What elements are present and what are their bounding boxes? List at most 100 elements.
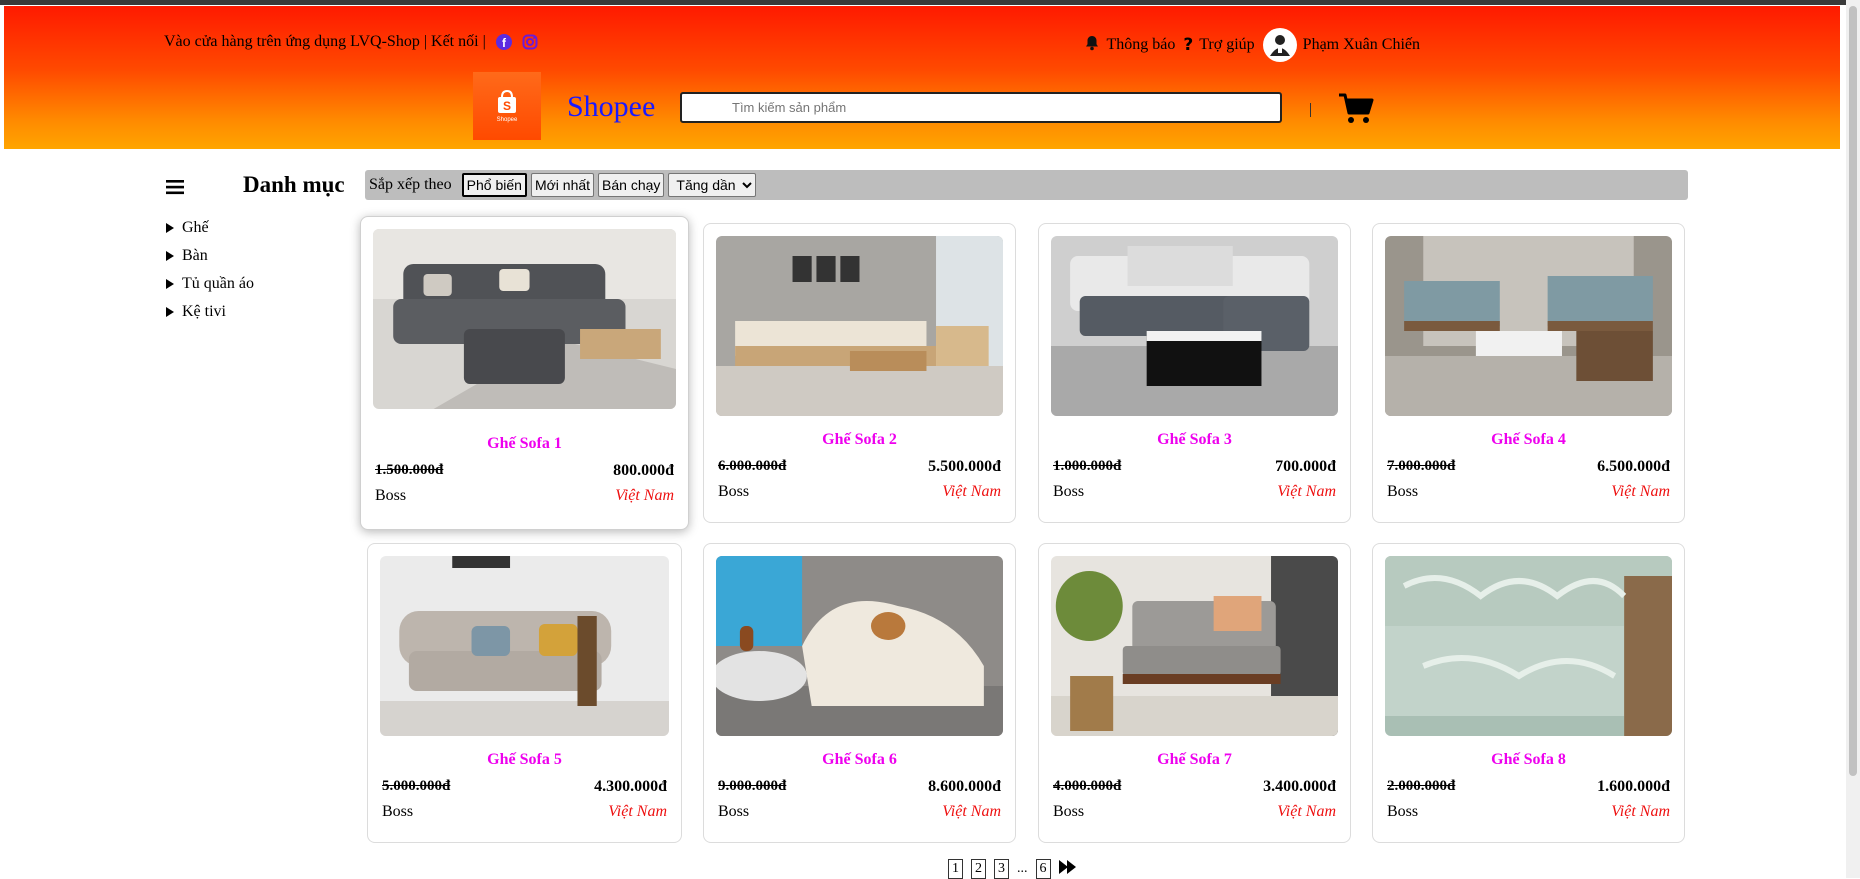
product-card[interactable]: Ghế Sofa 2 6.000.000đ 5.500.000đ Boss Vi… bbox=[703, 223, 1016, 523]
sort-newest-button[interactable]: Mới nhất bbox=[530, 173, 595, 197]
old-price: 9.000.000đ bbox=[718, 778, 787, 794]
scrollbar-thumb[interactable] bbox=[1849, 6, 1857, 776]
old-price: 5.000.000đ bbox=[382, 778, 451, 794]
logo-caption: Shopee bbox=[496, 117, 518, 123]
product-origin: Việt Nam bbox=[608, 803, 667, 820]
cart-icon[interactable] bbox=[1338, 92, 1374, 129]
product-card[interactable]: Ghế Sofa 1 1.500.000đ 800.000đ Boss Việt… bbox=[360, 216, 689, 530]
search-input[interactable] bbox=[682, 94, 1280, 121]
category-item-ke-tivi[interactable]: Kệ tivi bbox=[166, 298, 254, 326]
user-menu[interactable]: Phạm Xuân Chiến bbox=[1262, 28, 1420, 62]
page-2-button[interactable]: 2 bbox=[971, 859, 986, 879]
page-scrollbar[interactable] bbox=[1846, 0, 1860, 878]
svg-text:S: S bbox=[503, 99, 511, 113]
help-label: Trợ giúp bbox=[1199, 36, 1255, 53]
old-price: 2.000.000đ bbox=[1387, 778, 1456, 794]
window-top-border bbox=[0, 0, 1860, 5]
help-link[interactable]: ? Trợ giúp bbox=[1183, 35, 1254, 55]
product-card[interactable]: Ghế Sofa 6 9.000.000đ 8.600.000đ Boss Vi… bbox=[703, 543, 1016, 843]
product-name[interactable]: Ghế Sofa 4 bbox=[1373, 431, 1684, 449]
sort-bestseller-button[interactable]: Bán chạy bbox=[598, 173, 665, 197]
product-brand: Boss bbox=[1053, 803, 1085, 820]
avatar bbox=[1262, 28, 1297, 62]
sort-bar: Sắp xếp theo Phổ biến Mới nhất Bán chạy … bbox=[365, 170, 1688, 200]
app-promo-text[interactable]: Vào cửa hàng trên ứng dụng LVQ-Shop | Kế… bbox=[164, 33, 486, 51]
current-price: 6.500.000đ bbox=[1597, 458, 1670, 475]
product-origin: Việt Nam bbox=[1277, 803, 1336, 820]
current-price: 5.500.000đ bbox=[928, 458, 1001, 475]
fast-forward-icon[interactable] bbox=[1058, 859, 1077, 879]
category-title: Danh mục bbox=[243, 172, 345, 197]
product-image bbox=[1385, 556, 1672, 736]
product-origin: Việt Nam bbox=[1611, 483, 1670, 500]
facebook-icon[interactable]: f bbox=[495, 34, 512, 50]
triangle-right-icon bbox=[166, 307, 174, 317]
current-price: 4.300.000đ bbox=[594, 778, 667, 795]
question-icon: ? bbox=[1183, 35, 1194, 55]
page-ellipsis: ... bbox=[1017, 861, 1028, 876]
product-name[interactable]: Ghế Sofa 2 bbox=[704, 431, 1015, 449]
current-price: 8.600.000đ bbox=[928, 778, 1001, 795]
product-image bbox=[716, 236, 1003, 416]
topbar-right: Thông báo ? Trợ giúp Phạm Xuân Chiến bbox=[1084, 28, 1420, 62]
category-item-ghe[interactable]: Ghế bbox=[166, 214, 254, 242]
product-name[interactable]: Ghế Sofa 7 bbox=[1039, 751, 1350, 769]
notification-label: Thông báo bbox=[1106, 36, 1176, 53]
product-origin: Việt Nam bbox=[1611, 803, 1670, 820]
old-price: 6.000.000đ bbox=[718, 458, 787, 474]
product-brand: Boss bbox=[1387, 483, 1419, 500]
product-brand: Boss bbox=[718, 803, 750, 820]
hamburger-icon[interactable] bbox=[166, 179, 184, 200]
sort-order-select[interactable]: Tăng dần bbox=[668, 173, 757, 197]
notification-link[interactable]: Thông báo bbox=[1084, 35, 1175, 56]
category-item-ban[interactable]: Bàn bbox=[166, 242, 254, 270]
old-price: 7.000.000đ bbox=[1387, 458, 1456, 474]
product-name[interactable]: Ghế Sofa 6 bbox=[704, 751, 1015, 769]
product-image bbox=[1385, 236, 1672, 416]
product-origin: Việt Nam bbox=[615, 487, 674, 504]
product-brand: Boss bbox=[382, 803, 414, 820]
header-divider bbox=[1310, 103, 1311, 117]
product-name[interactable]: Ghế Sofa 1 bbox=[361, 435, 688, 453]
category-label: Ghế bbox=[182, 219, 209, 236]
product-card[interactable]: Ghế Sofa 3 1.000.000đ 700.000đ Boss Việt… bbox=[1038, 223, 1351, 523]
current-price: 800.000đ bbox=[613, 462, 674, 479]
brand-name[interactable]: Shopee bbox=[567, 90, 655, 124]
page-6-button[interactable]: 6 bbox=[1035, 859, 1051, 879]
sort-label: Sắp xếp theo bbox=[369, 176, 452, 193]
user-name: Phạm Xuân Chiến bbox=[1302, 36, 1420, 53]
instagram-icon[interactable] bbox=[522, 34, 538, 50]
sort-popular-button[interactable]: Phổ biến bbox=[461, 173, 527, 197]
product-image bbox=[1051, 236, 1338, 416]
category-list: Ghế Bàn Tủ quần áo Kệ tivi bbox=[166, 214, 254, 326]
product-name[interactable]: Ghế Sofa 5 bbox=[368, 751, 681, 769]
product-card[interactable]: Ghế Sofa 5 5.000.000đ 4.300.000đ Boss Vi… bbox=[367, 543, 682, 843]
old-price: 1.500.000đ bbox=[375, 462, 444, 478]
product-card[interactable]: Ghế Sofa 7 4.000.000đ 3.400.000đ Boss Vi… bbox=[1038, 543, 1351, 843]
page-3-button[interactable]: 3 bbox=[994, 859, 1009, 879]
site-header: Vào cửa hàng trên ứng dụng LVQ-Shop | Kế… bbox=[4, 6, 1840, 149]
product-brand: Boss bbox=[1053, 483, 1085, 500]
topbar-left: Vào cửa hàng trên ứng dụng LVQ-Shop | Kế… bbox=[164, 33, 538, 51]
page-1-button[interactable]: 1 bbox=[948, 859, 963, 879]
product-name[interactable]: Ghế Sofa 3 bbox=[1039, 431, 1350, 449]
old-price: 4.000.000đ bbox=[1053, 778, 1122, 794]
product-brand: Boss bbox=[375, 487, 407, 504]
current-price: 3.400.000đ bbox=[1263, 778, 1336, 795]
category-item-tu-quan-ao[interactable]: Tủ quần áo bbox=[166, 270, 254, 298]
current-price: 700.000đ bbox=[1275, 458, 1336, 475]
product-card[interactable]: Ghế Sofa 4 7.000.000đ 6.500.000đ Boss Vi… bbox=[1372, 223, 1685, 523]
product-image bbox=[380, 556, 669, 736]
product-image bbox=[716, 556, 1003, 736]
current-price: 1.600.000đ bbox=[1597, 778, 1670, 795]
search-box bbox=[680, 92, 1282, 123]
category-label: Kệ tivi bbox=[182, 303, 226, 320]
product-name[interactable]: Ghế Sofa 8 bbox=[1373, 751, 1684, 769]
category-label: Bàn bbox=[182, 247, 208, 264]
product-card[interactable]: Ghế Sofa 8 2.000.000đ 1.600.000đ Boss Vi… bbox=[1372, 543, 1685, 843]
triangle-right-icon bbox=[166, 251, 174, 261]
product-brand: Boss bbox=[1387, 803, 1419, 820]
triangle-right-icon bbox=[166, 279, 174, 289]
bell-icon bbox=[1084, 35, 1100, 56]
shopee-logo[interactable]: S Shopee bbox=[473, 72, 541, 140]
